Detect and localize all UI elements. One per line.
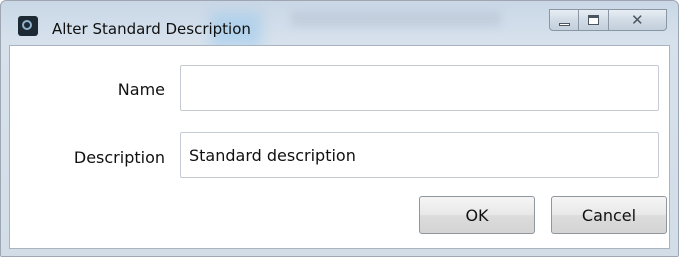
cancel-button[interactable]: Cancel [551,196,667,234]
description-label: Description [73,148,165,167]
dialog-window: Alter Standard Description ✕ Name Descri… [0,0,679,257]
maximize-icon [588,15,599,25]
dialog-content: Name Description OK Cancel [9,45,670,249]
close-icon: ✕ [631,11,644,29]
maximize-button[interactable] [579,9,609,31]
close-button[interactable]: ✕ [609,9,667,31]
ok-button[interactable]: OK [419,196,535,234]
app-icon [18,16,38,36]
title-bar[interactable]: Alter Standard Description ✕ [1,1,678,47]
description-input[interactable] [180,132,659,178]
background-blur [291,11,501,27]
name-label: Name [117,80,165,99]
minimize-button[interactable] [549,9,579,31]
minimize-icon [559,23,570,26]
name-input[interactable] [180,65,659,111]
window-controls: ✕ [549,9,667,31]
window-title: Alter Standard Description [52,20,251,38]
